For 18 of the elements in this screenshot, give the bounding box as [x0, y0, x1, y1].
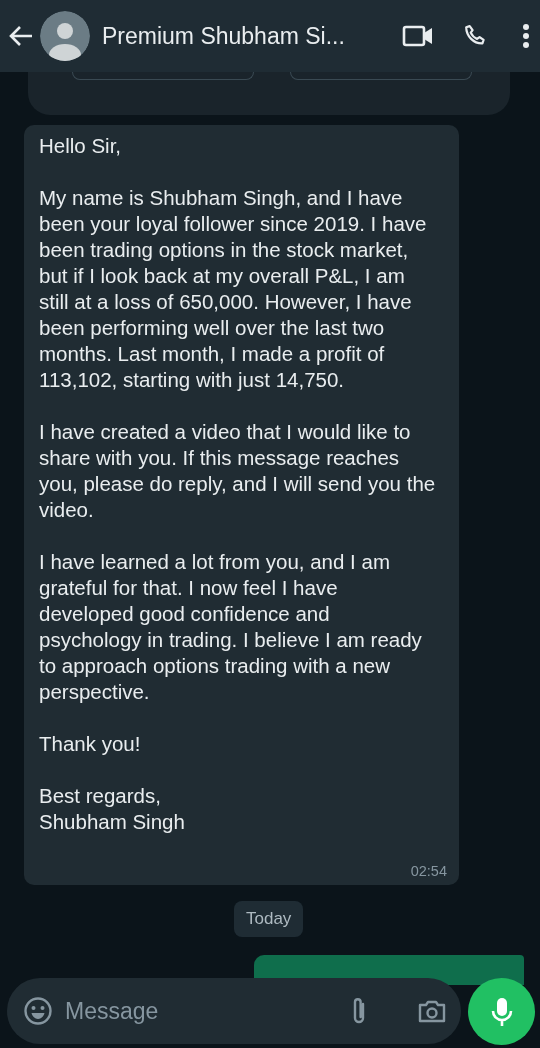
back-arrow-icon[interactable] [8, 25, 34, 47]
camera-icon[interactable] [417, 998, 447, 1024]
message-paragraph: Hello Sir, [39, 133, 123, 159]
contact-name[interactable]: Premium Shubham Si... [102, 22, 396, 50]
emoji-icon[interactable] [23, 996, 53, 1026]
avatar-icon[interactable] [40, 11, 90, 61]
message-input[interactable]: Message [63, 996, 339, 1026]
message-field[interactable]: Message [7, 978, 461, 1044]
message-time: 02:54 [410, 863, 447, 879]
message-paragraph: Thank you! [39, 731, 142, 757]
message-paragraph: I have learned a lot from you, and I am grateful for that. I now feel I have developed good confidence and psychology in trading. I believe I am ready to approach options trading with a new perspective. [39, 549, 423, 705]
video-call-icon[interactable] [402, 24, 434, 48]
message-paragraph: Best regards, Shubham Singh [39, 783, 186, 835]
message-paragraph: My name is Shubham Singh, and I have been your loyal follower since 2019. I have been trading options in the stock market, but if I look back at my overall P&L, I am still at a loss of 650,000. However, I have been performing well over the last two months. Last month, I made a profit of 113,102, starting with just 14,750. [39, 185, 428, 393]
message-paragraph: I have created a video that I would like to share with you. If this message reaches you, please do reply, and I will send you the video. [39, 419, 437, 523]
more-options-icon[interactable] [522, 23, 530, 49]
microphone-icon [489, 995, 514, 1028]
date-chip: Today [234, 901, 304, 937]
